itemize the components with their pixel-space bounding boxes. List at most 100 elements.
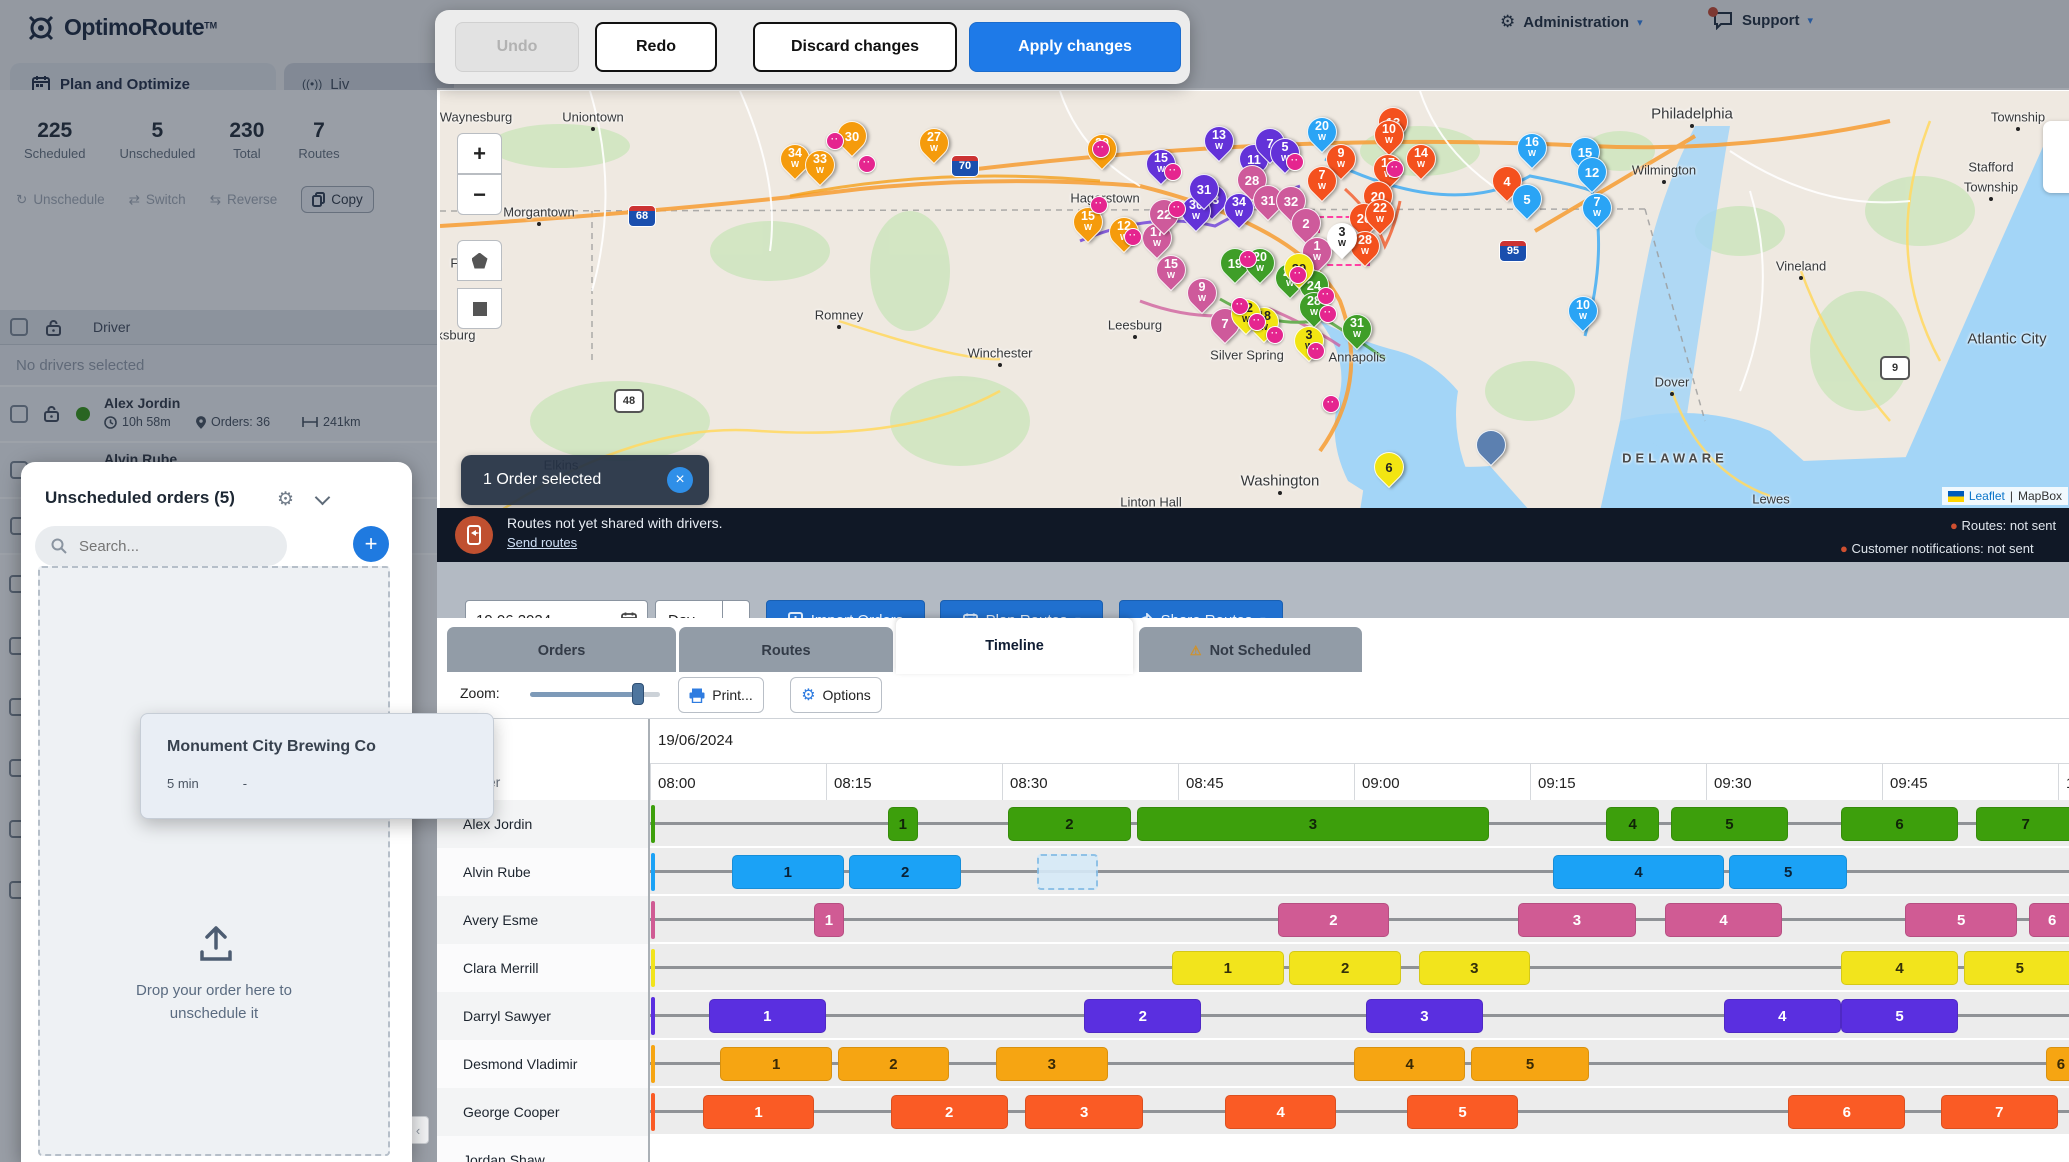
mapbox-link[interactable]: MapBox xyxy=(2018,489,2062,503)
print-button[interactable]: Print... xyxy=(678,677,764,713)
cluster-marker[interactable]: ·· xyxy=(1386,160,1404,178)
route-stop-block[interactable]: 4 xyxy=(1665,903,1782,937)
map-marker[interactable]: 6 xyxy=(1373,451,1405,489)
zoom-slider-track[interactable] xyxy=(530,692,660,697)
options-button[interactable]: ⚙ Options xyxy=(790,677,882,713)
map-marker[interactable]: 31W xyxy=(1341,313,1373,351)
route-stop-block[interactable]: 3 xyxy=(1366,999,1483,1033)
route-stop-block[interactable]: 1 xyxy=(1172,951,1283,985)
cluster-marker[interactable]: ·· xyxy=(1231,297,1249,315)
zoom-out-button[interactable]: − xyxy=(457,174,502,215)
map-marker[interactable]: 12 xyxy=(1576,156,1608,194)
route-stop-block[interactable]: 2 xyxy=(891,1095,1008,1129)
route-stop-block[interactable]: 5 xyxy=(1905,903,2016,937)
chevron-down-icon[interactable] xyxy=(315,490,331,506)
map-marker[interactable]: 16W xyxy=(1516,132,1548,170)
gear-icon[interactable]: ⚙ xyxy=(277,488,294,511)
undo-button[interactable]: Undo xyxy=(455,22,579,72)
route-stop-block[interactable]: 3 xyxy=(1137,807,1489,841)
route-stop-block[interactable]: 4 xyxy=(1606,807,1659,841)
cluster-marker[interactable]: ·· xyxy=(1164,163,1182,181)
route-stop-block[interactable]: 7 xyxy=(1976,807,2069,841)
route-stop-block[interactable]: 2 xyxy=(1084,999,1201,1033)
route-stop-block[interactable]: 6 xyxy=(2046,1047,2069,1081)
cluster-marker[interactable]: ·· xyxy=(1239,250,1257,268)
cluster-marker[interactable]: ·· xyxy=(1124,228,1142,246)
map-side-panel-handle[interactable] xyxy=(2043,121,2069,193)
cluster-marker[interactable]: ·· xyxy=(1317,287,1335,305)
route-stop-block[interactable]: 5 xyxy=(1471,1047,1588,1081)
tab-routes[interactable]: Routes xyxy=(679,627,893,674)
cluster-marker[interactable]: ·· xyxy=(1289,266,1307,284)
route-stop-block[interactable]: 1 xyxy=(709,999,826,1033)
search-input[interactable] xyxy=(77,537,261,556)
route-stop-block[interactable]: 5 xyxy=(1729,855,1846,889)
route-stop-block[interactable]: 3 xyxy=(1025,1095,1142,1129)
cluster-marker[interactable]: ·· xyxy=(1168,200,1186,218)
search-box[interactable] xyxy=(35,526,287,566)
tab-timeline[interactable]: Timeline xyxy=(896,618,1133,674)
route-stop-block[interactable]: 4 xyxy=(1841,951,1958,985)
unschedule-dropzone[interactable]: Drop your order here to unschedule it xyxy=(38,566,390,1156)
route-stop-block[interactable]: 1 xyxy=(732,855,843,889)
route-stop-block[interactable]: 2 xyxy=(838,1047,949,1081)
route-stop-block[interactable]: 1 xyxy=(720,1047,831,1081)
order-drag-card[interactable]: Monument City Brewing Co 5 min- xyxy=(140,713,494,819)
cluster-marker[interactable]: ·· xyxy=(1092,140,1110,158)
close-icon[interactable]: × xyxy=(667,467,693,493)
cluster-marker[interactable]: ·· xyxy=(1266,326,1284,344)
map-marker[interactable]: 33W xyxy=(804,149,836,187)
route-stop-block[interactable]: 6 xyxy=(2029,903,2069,937)
cluster-marker[interactable]: ·· xyxy=(1322,395,1340,413)
leaflet-link[interactable]: Leaflet xyxy=(1969,489,2005,503)
map-marker[interactable]: 15W xyxy=(1155,254,1187,292)
route-stop-block[interactable]: 3 xyxy=(1419,951,1530,985)
route-stop-block[interactable]: 1 xyxy=(703,1095,814,1129)
add-order-button[interactable]: + xyxy=(353,526,389,562)
route-stop-block[interactable]: 4 xyxy=(1225,1095,1336,1129)
route-stop-block[interactable]: 5 xyxy=(1407,1095,1518,1129)
route-stop-block[interactable]: 5 xyxy=(1964,951,2069,985)
map-marker[interactable]: 5 xyxy=(1511,183,1543,221)
apply-changes-button[interactable]: Apply changes xyxy=(969,22,1181,72)
zoom-slider-handle[interactable] xyxy=(632,683,644,705)
route-stop-block[interactable]: 2 xyxy=(1008,807,1131,841)
route-stop-block[interactable]: 5 xyxy=(1671,807,1788,841)
map[interactable]: WaynesburgUniontownMorgantownFairmontCla… xyxy=(437,88,2069,511)
cluster-marker[interactable]: ·· xyxy=(1286,153,1304,171)
cluster-marker[interactable]: ·· xyxy=(1248,313,1266,331)
map-marker[interactable]: 14W xyxy=(1405,143,1437,181)
map-marker[interactable]: 3W xyxy=(1326,222,1358,260)
cluster-marker[interactable]: ·· xyxy=(1319,305,1337,323)
map-marker[interactable] xyxy=(1475,429,1507,467)
route-stop-block[interactable]: 7 xyxy=(1941,1095,2058,1129)
cluster-marker[interactable]: ·· xyxy=(826,132,844,150)
discard-changes-button[interactable]: Discard changes xyxy=(753,22,957,72)
route-stop-block[interactable]: 4 xyxy=(1724,999,1841,1033)
route-stop-block[interactable]: 2 xyxy=(849,855,960,889)
redo-button[interactable]: Redo xyxy=(595,22,717,72)
cluster-marker[interactable]: ·· xyxy=(1090,196,1108,214)
route-stop-block[interactable]: 5 xyxy=(1841,999,1958,1033)
map-marker[interactable]: 7W xyxy=(1306,165,1338,203)
map-marker[interactable]: 27W xyxy=(918,127,950,165)
map-marker[interactable]: 20W xyxy=(1306,116,1338,154)
route-stop-block[interactable]: 6 xyxy=(1788,1095,1905,1129)
cluster-marker[interactable]: ·· xyxy=(1307,342,1325,360)
route-stop-block[interactable]: 4 xyxy=(1553,855,1723,889)
map-marker[interactable]: 31 xyxy=(1188,173,1220,211)
map-marker[interactable]: 10W xyxy=(1373,119,1405,157)
map-marker[interactable]: 13W xyxy=(1203,125,1235,163)
polygon-select-button[interactable] xyxy=(457,240,502,281)
map-marker[interactable]: 10W xyxy=(1567,295,1599,333)
route-stop-block[interactable]: 4 xyxy=(1354,1047,1465,1081)
route-stop-block[interactable]: 1 xyxy=(814,903,843,937)
route-stop-block[interactable]: 1 xyxy=(888,807,917,841)
route-stop-block[interactable]: 2 xyxy=(1278,903,1389,937)
map-marker[interactable]: 7W xyxy=(1581,192,1613,230)
cluster-marker[interactable]: ·· xyxy=(858,155,876,173)
rectangle-select-button[interactable] xyxy=(457,288,502,329)
tab-not-scheduled[interactable]: ⚠ Not Scheduled xyxy=(1139,627,1362,674)
route-stop-block[interactable]: 6 xyxy=(1841,807,1958,841)
tab-orders[interactable]: Orders xyxy=(447,627,676,674)
